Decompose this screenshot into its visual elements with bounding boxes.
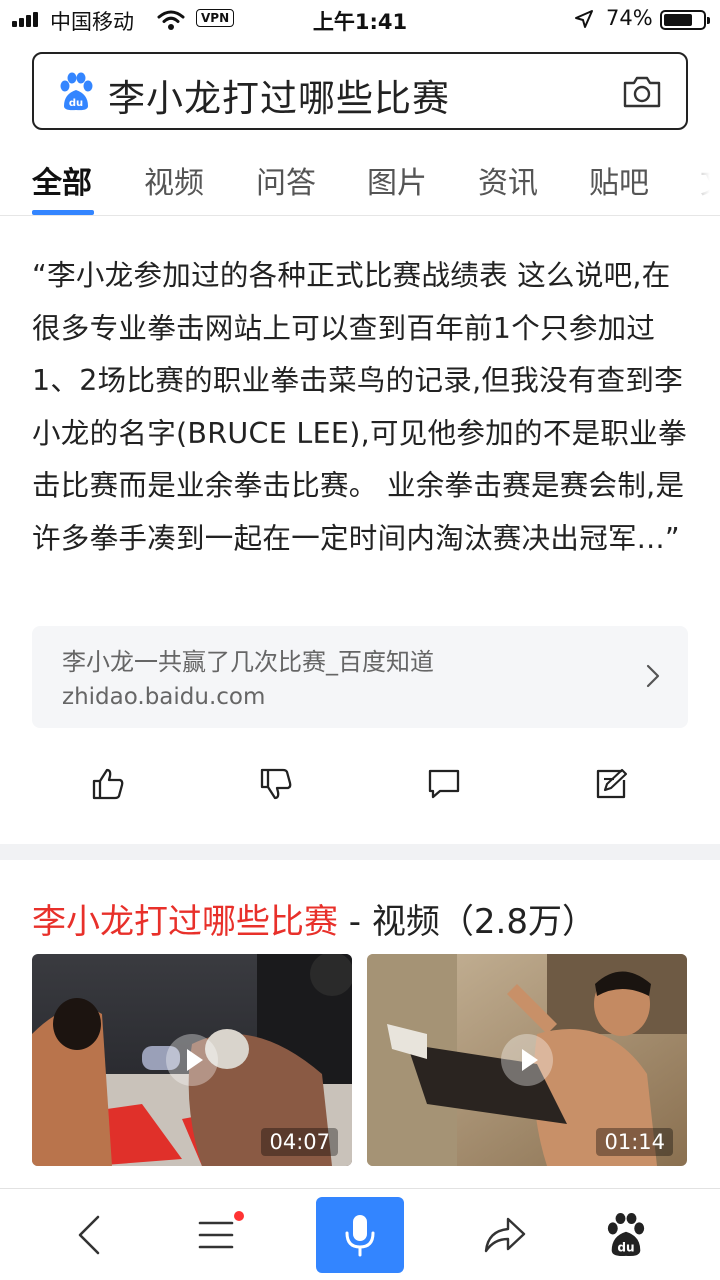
answer-text: “李小龙参加过的各种正式比赛战绩表 这么说吧,在很多专业拳击网站上可以查到百年前… bbox=[32, 259, 687, 555]
video-section-title[interactable]: 李小龙打过哪些比赛 - 视频（2.8万） bbox=[32, 894, 596, 943]
tab-video[interactable]: 视频 bbox=[144, 158, 204, 202]
thumbs-up-icon[interactable] bbox=[90, 766, 126, 802]
source-url: zhidao.baidu.com bbox=[62, 684, 266, 710]
source-link[interactable]: 李小龙一共赢了几次比赛_百度知道 zhidao.baidu.com bbox=[32, 626, 688, 728]
video-thumbnail-1[interactable]: 04:07 bbox=[32, 954, 352, 1166]
search-input[interactable]: 李小龙打过哪些比赛 bbox=[108, 68, 450, 122]
video-duration: 04:07 bbox=[261, 1128, 338, 1156]
notification-dot bbox=[234, 1211, 244, 1221]
play-icon bbox=[166, 1034, 218, 1086]
svg-text:du: du bbox=[617, 1241, 634, 1255]
search-box[interactable]: du 李小龙打过哪些比赛 bbox=[32, 52, 688, 130]
video-title-count: - 视频（2.8万） bbox=[338, 902, 596, 942]
baidu-paw-icon[interactable]: du bbox=[604, 1213, 648, 1257]
tab-qa[interactable]: 问答 bbox=[256, 158, 316, 202]
video-title-highlight: 李小龙打过哪些比赛 bbox=[32, 902, 338, 942]
baidu-paw-icon: du bbox=[60, 72, 93, 111]
svg-text:du: du bbox=[69, 98, 83, 109]
tab-images[interactable]: 图片 bbox=[367, 158, 427, 202]
edit-icon[interactable] bbox=[594, 766, 630, 802]
source-title: 李小龙一共赢了几次比赛_百度知道 bbox=[62, 648, 434, 676]
tab-fade bbox=[670, 150, 720, 215]
video-duration: 01:14 bbox=[596, 1128, 673, 1156]
chevron-right-icon bbox=[646, 664, 660, 688]
battery-percent: 74% bbox=[606, 6, 653, 30]
status-bar: 中国移动 VPN 上午1:41 74% bbox=[0, 0, 720, 40]
comment-icon[interactable] bbox=[426, 766, 462, 802]
bottom-toolbar: du bbox=[0, 1188, 720, 1280]
video-thumbnail-2[interactable]: 01:14 bbox=[367, 954, 687, 1166]
tab-tieba[interactable]: 贴吧 bbox=[589, 158, 649, 202]
tab-active-indicator bbox=[32, 210, 94, 215]
tab-all[interactable]: 全部 bbox=[32, 158, 92, 202]
section-divider bbox=[0, 844, 720, 860]
mic-icon bbox=[345, 1215, 375, 1257]
answer-actions bbox=[0, 766, 720, 806]
back-icon[interactable] bbox=[68, 1213, 112, 1257]
play-icon bbox=[501, 1034, 553, 1086]
thumbs-down-icon[interactable] bbox=[258, 766, 294, 802]
share-icon[interactable] bbox=[482, 1213, 526, 1257]
menu-icon[interactable] bbox=[194, 1213, 238, 1257]
voice-search-button[interactable] bbox=[316, 1197, 404, 1273]
camera-icon[interactable] bbox=[622, 74, 662, 110]
battery-icon bbox=[660, 10, 710, 30]
tab-news[interactable]: 资讯 bbox=[478, 158, 538, 202]
tab-bar: 全部 视频 问答 图片 资讯 贴吧 文 bbox=[0, 150, 720, 216]
location-icon bbox=[575, 10, 593, 28]
